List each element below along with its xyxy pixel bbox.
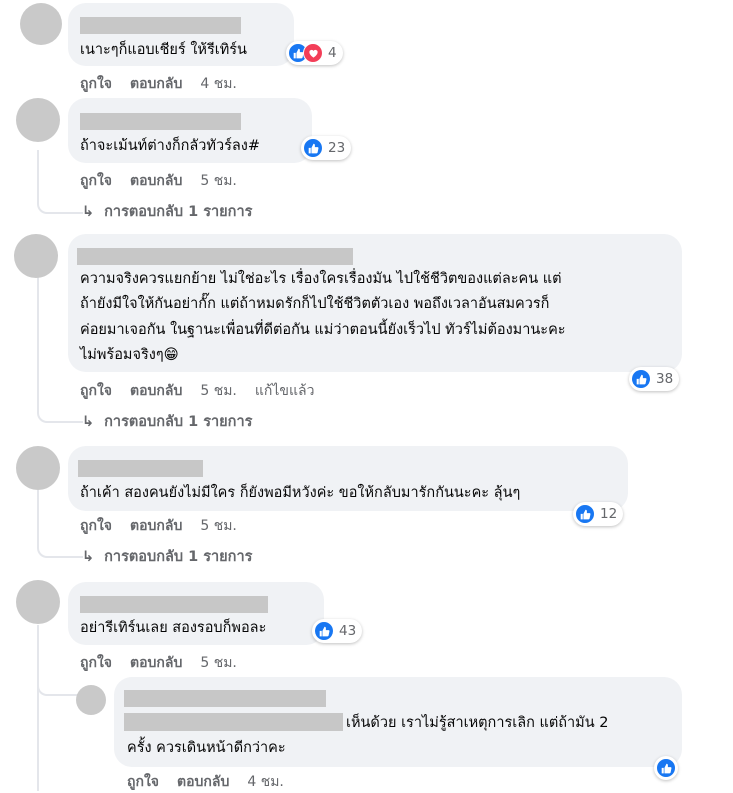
thread-elbow bbox=[37, 399, 83, 423]
like-icon bbox=[314, 621, 334, 641]
reply-text-line: ครั้ง ควรเดินหน้าดีกว่าคะ bbox=[127, 740, 286, 756]
reply-button[interactable]: ตอบกลับ bbox=[177, 774, 229, 790]
view-replies-link[interactable]: ↳ การตอบกลับ 1 รายการ bbox=[82, 200, 252, 223]
thread-elbow bbox=[37, 190, 83, 214]
replies-label: การตอบกลับ 1 รายการ bbox=[104, 204, 253, 220]
avatar[interactable] bbox=[20, 3, 62, 45]
reaction-count: 38 bbox=[656, 371, 674, 387]
thread-line bbox=[37, 275, 39, 405]
like-button[interactable]: ถูกใจ bbox=[80, 383, 112, 399]
reaction-count: 43 bbox=[339, 623, 357, 639]
timestamp[interactable]: 5 ชม. bbox=[200, 383, 237, 399]
comment-line: ถ้ายังมีใจให้กันอย่ากั๊ก แต่ถ้าหมดรักก็ไ… bbox=[80, 296, 550, 312]
love-icon bbox=[303, 43, 323, 63]
like-button[interactable]: ถูกใจ bbox=[127, 774, 159, 790]
view-replies-link[interactable]: ↳ การตอบกลับ 1 รายการ bbox=[82, 545, 252, 568]
timestamp[interactable]: 5 ชม. bbox=[200, 173, 237, 189]
reply-text-line: เห็นด้วย เราไม่รู้สาเหตุการเลิก แต่ถ้ามั… bbox=[346, 715, 609, 731]
comment-text: เนาะๆก็แอบเชียร์ ให้รีเทิร์น bbox=[80, 42, 247, 58]
reply-button[interactable]: ตอบกลับ bbox=[130, 76, 182, 92]
thread-line bbox=[37, 625, 39, 791]
like-icon bbox=[303, 138, 323, 158]
comment-actions: ถูกใจ ตอบกลับ 5 ชม. bbox=[80, 170, 255, 192]
avatar[interactable] bbox=[76, 685, 106, 715]
reaction-badge[interactable]: 23 bbox=[301, 136, 352, 160]
timestamp[interactable]: 4 ชม. bbox=[247, 774, 284, 790]
comment-actions: ถูกใจ ตอบกลับ 4 ชม. bbox=[80, 73, 255, 95]
thread-line bbox=[37, 490, 39, 535]
edited-label[interactable]: แก้ไขแล้ว bbox=[255, 383, 315, 399]
redacted-author-name[interactable] bbox=[80, 113, 241, 130]
reaction-count: 23 bbox=[328, 140, 346, 156]
reply-button[interactable]: ตอบกลับ bbox=[130, 383, 182, 399]
replies-label: การตอบกลับ 1 รายการ bbox=[104, 549, 253, 565]
reply-actions: ถูกใจ ตอบกลับ 4 ชม. bbox=[127, 771, 302, 793]
reply-arrow-icon: ↳ bbox=[82, 549, 95, 565]
reply-arrow-icon: ↳ bbox=[82, 204, 95, 220]
comment-text: ถ้าจะเม้นท์ต่างก็กลัวทัวร์ลง# bbox=[80, 138, 261, 154]
comment-actions: ถูกใจ ตอบกลับ 5 ชม. bbox=[80, 515, 255, 537]
comment-text: อย่ารีเทิร์นเลย สองรอบก็พอละ bbox=[80, 620, 267, 636]
like-button[interactable]: ถูกใจ bbox=[80, 518, 112, 534]
comment-line: ความจริงควรแยกย้าย ไม่ใช่อะไร เรื่องใครเ… bbox=[80, 271, 562, 287]
avatar[interactable] bbox=[16, 98, 60, 142]
avatar[interactable] bbox=[16, 446, 60, 490]
reaction-count: 12 bbox=[600, 506, 618, 522]
like-button[interactable]: ถูกใจ bbox=[80, 655, 112, 671]
like-icon bbox=[656, 758, 676, 778]
reaction-count: 4 bbox=[328, 45, 337, 61]
redacted-author-name[interactable] bbox=[124, 690, 326, 707]
thread-line bbox=[37, 150, 39, 192]
comment-actions: ถูกใจ ตอบกลับ 5 ชม. แก้ไขแล้ว bbox=[80, 380, 332, 402]
reply-button[interactable]: ตอบกลับ bbox=[130, 518, 182, 534]
redacted-mention[interactable] bbox=[124, 713, 343, 731]
timestamp[interactable]: 5 ชม. bbox=[200, 518, 237, 534]
reaction-badge[interactable]: 12 bbox=[573, 502, 624, 526]
redacted-author-name[interactable] bbox=[80, 596, 268, 613]
thread-elbow bbox=[37, 672, 79, 696]
thread-elbow bbox=[37, 534, 83, 558]
comment-text: ถ้าเค้า สองคนยังไม่มีใคร ก็ยังพอมีหวังค่… bbox=[80, 485, 521, 501]
like-button[interactable]: ถูกใจ bbox=[80, 173, 112, 189]
avatar[interactable] bbox=[14, 234, 58, 278]
comment-actions: ถูกใจ ตอบกลับ 5 ชม. bbox=[80, 652, 255, 674]
redacted-author-name[interactable] bbox=[80, 17, 241, 34]
reaction-badge[interactable]: 38 bbox=[629, 367, 680, 391]
reaction-badge[interactable]: 4 bbox=[286, 41, 343, 65]
timestamp[interactable]: 5 ชม. bbox=[200, 655, 237, 671]
timestamp[interactable]: 4 ชม. bbox=[200, 76, 237, 92]
comment-line: ไม่พร้อมจริงๆ😁 bbox=[80, 347, 179, 363]
like-button[interactable]: ถูกใจ bbox=[80, 76, 112, 92]
reply-button[interactable]: ตอบกลับ bbox=[130, 655, 182, 671]
view-replies-link[interactable]: ↳ การตอบกลับ 1 รายการ bbox=[82, 410, 252, 433]
like-icon bbox=[575, 504, 595, 524]
redacted-author-name[interactable] bbox=[78, 460, 203, 477]
replies-label: การตอบกลับ 1 รายการ bbox=[104, 414, 253, 430]
reply-button[interactable]: ตอบกลับ bbox=[130, 173, 182, 189]
reaction-badge[interactable]: 43 bbox=[312, 619, 363, 643]
avatar[interactable] bbox=[16, 580, 60, 624]
comment-line: ค่อยมาเจอกัน ในฐานะเพื่อนที่ดีต่อกัน แม่… bbox=[80, 322, 566, 338]
redacted-author-name[interactable] bbox=[77, 248, 353, 265]
like-icon bbox=[631, 369, 651, 389]
reply-arrow-icon: ↳ bbox=[82, 414, 95, 430]
reaction-badge[interactable] bbox=[654, 756, 678, 780]
